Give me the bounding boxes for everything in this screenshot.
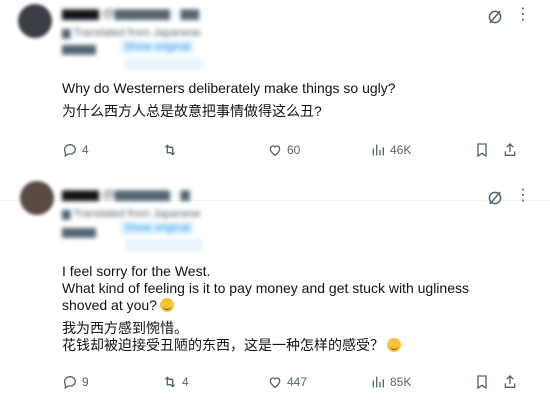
author-line[interactable]: ▆▆▆▆ @▆▆▆▆▆▆ · ▆▆ bbox=[62, 6, 199, 20]
reply-count: 4 bbox=[82, 143, 89, 157]
translation-source: ▆▆▆▆ bbox=[62, 226, 96, 238]
view-count: 46K bbox=[390, 143, 412, 157]
display-name[interactable]: ▆▆▆▆ bbox=[62, 6, 99, 20]
action-bar: 4 60 46K bbox=[62, 142, 532, 160]
like-count: 60 bbox=[287, 143, 301, 157]
reply-icon bbox=[63, 143, 77, 158]
reply-button[interactable]: 9 bbox=[62, 374, 89, 390]
post-text-zh: 为什么西方人总是故意把事情做得这么丑? bbox=[62, 103, 322, 119]
sweat-smile-emoji bbox=[387, 338, 401, 352]
author-line[interactable]: ▆▆▆▆ @▆▆▆▆▆▆ · ▆ bbox=[62, 187, 190, 201]
handle-time: @▆▆▆▆▆▆ · ▆ bbox=[102, 187, 190, 201]
show-original-sub[interactable] bbox=[125, 58, 203, 70]
grok-icon[interactable] bbox=[486, 8, 504, 26]
share-button[interactable] bbox=[502, 142, 518, 158]
bookmark-button[interactable] bbox=[474, 374, 490, 390]
display-name[interactable]: ▆▆▆▆ bbox=[62, 187, 99, 201]
like-button[interactable]: 447 bbox=[267, 374, 307, 390]
views-icon bbox=[372, 144, 384, 156]
post-text-en-2: What kind of feeling is it to pay money … bbox=[62, 280, 469, 313]
sweat-smile-emoji bbox=[159, 298, 174, 312]
share-button[interactable] bbox=[502, 374, 518, 390]
show-original-link[interactable]: Show original bbox=[120, 221, 195, 235]
post-text: Why do Westerners deliberately make thin… bbox=[62, 80, 510, 126]
show-original-link[interactable]: Show original bbox=[120, 40, 195, 54]
more-icon[interactable]: ⋮ bbox=[515, 185, 532, 205]
repost-button[interactable]: 4 bbox=[162, 374, 189, 390]
share-icon bbox=[504, 143, 516, 156]
grok-icon[interactable] bbox=[486, 189, 504, 207]
views-button[interactable]: 85K bbox=[370, 374, 411, 390]
bookmark-button[interactable] bbox=[474, 142, 490, 158]
bookmark-icon bbox=[477, 375, 487, 390]
repost-count: 4 bbox=[182, 375, 189, 389]
views-icon bbox=[372, 376, 384, 388]
bookmark-icon bbox=[477, 143, 487, 158]
like-button[interactable]: 60 bbox=[267, 142, 300, 158]
post-text-zh-1: 我为西方感到惋惜。 bbox=[62, 320, 188, 336]
repost-icon bbox=[164, 144, 176, 156]
post[interactable]: ▆▆▆▆ @▆▆▆▆▆▆ · ▆▆ ▆ Translated from Japa… bbox=[0, 0, 550, 200]
show-original-sub[interactable] bbox=[125, 239, 203, 251]
share-icon bbox=[504, 375, 516, 388]
translation-source: ▆▆▆▆ bbox=[62, 43, 96, 55]
post[interactable]: ▆▆▆▆ @▆▆▆▆▆▆ · ▆ ▆ Translated from Japan… bbox=[0, 181, 550, 400]
heart-icon bbox=[269, 145, 281, 157]
post-text: I feel sorry for the West. What kind of … bbox=[62, 263, 510, 360]
translated-label: ▆ Translated from Japanese bbox=[62, 208, 201, 220]
avatar[interactable] bbox=[20, 181, 54, 215]
post-text-en: Why do Westerners deliberately make thin… bbox=[62, 80, 396, 96]
repost-icon bbox=[164, 376, 176, 388]
reply-button[interactable]: 4 bbox=[62, 142, 89, 158]
reply-count: 9 bbox=[82, 375, 89, 389]
handle-time: @▆▆▆▆▆▆ · ▆▆ bbox=[102, 6, 199, 20]
reply-icon bbox=[63, 375, 77, 390]
heart-icon bbox=[269, 377, 281, 389]
post-text-zh-2: 花钱却被迫接受丑陋的东西，这是一种怎样的感受？ bbox=[62, 337, 510, 354]
avatar[interactable] bbox=[18, 4, 52, 38]
post-text-en-1: I feel sorry for the West. bbox=[62, 263, 211, 279]
more-icon[interactable]: ⋮ bbox=[515, 4, 532, 24]
view-count: 85K bbox=[390, 375, 412, 389]
views-button[interactable]: 46K bbox=[370, 142, 411, 158]
translated-label: ▆ Translated from Japanese bbox=[62, 27, 201, 39]
repost-button[interactable] bbox=[162, 142, 182, 158]
action-bar: 9 4 447 85K bbox=[62, 374, 532, 392]
like-count: 447 bbox=[287, 375, 308, 389]
